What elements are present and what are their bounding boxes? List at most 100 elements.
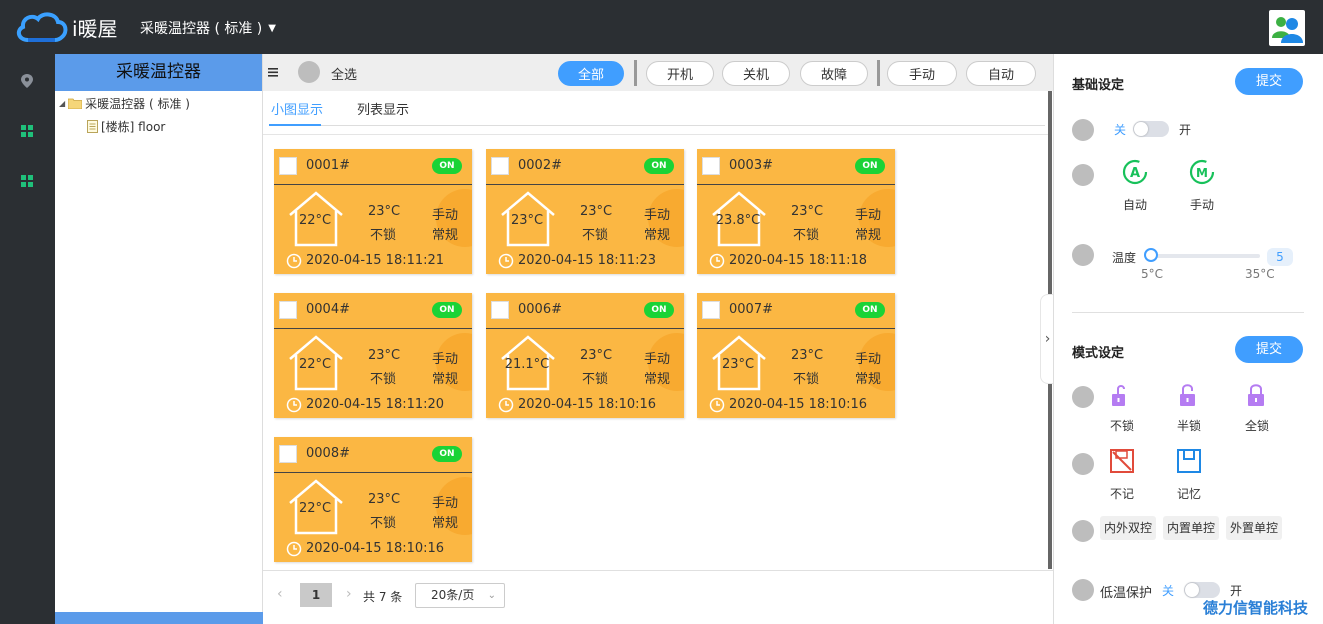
status-badge[interactable]: ON bbox=[855, 302, 885, 318]
power-radio[interactable] bbox=[1072, 119, 1094, 141]
status-badge[interactable]: ON bbox=[432, 158, 462, 174]
mode-submit-button[interactable]: 提交 bbox=[1235, 336, 1303, 363]
card-checkbox[interactable] bbox=[491, 157, 509, 175]
device-card[interactable]: 0004# ON 22°C 23°C 手动 不锁 常规 2020-04-15 18:11:20 bbox=[274, 293, 472, 418]
expand-arrow-icon[interactable]: ◢ bbox=[59, 99, 65, 108]
panel-collapse-handle[interactable]: › bbox=[1040, 294, 1054, 384]
unlock-icon[interactable] bbox=[1110, 383, 1132, 407]
card-divider bbox=[274, 328, 472, 329]
status-badge[interactable]: ON bbox=[644, 302, 674, 318]
basic-submit-button[interactable]: 提交 bbox=[1235, 68, 1303, 95]
half-lock-icon[interactable] bbox=[1177, 383, 1199, 407]
caret-down-icon: ▼ bbox=[268, 22, 276, 34]
grid-icon-2[interactable] bbox=[18, 172, 36, 190]
status-badge[interactable]: ON bbox=[432, 446, 462, 462]
cloud-logo-icon bbox=[16, 12, 68, 42]
svg-text:A: A bbox=[1130, 166, 1140, 181]
manual-mode-icon[interactable]: M bbox=[1188, 158, 1216, 186]
run-mode: 手动 bbox=[644, 352, 671, 367]
low-temp-label: 低温保护 bbox=[1100, 586, 1153, 601]
memory-radio[interactable] bbox=[1072, 453, 1094, 475]
low-temp-radio[interactable] bbox=[1072, 579, 1094, 601]
card-checkbox[interactable] bbox=[491, 301, 509, 319]
menu-icon[interactable] bbox=[268, 66, 278, 77]
device-type-dropdown[interactable]: 采暖温控器 ( 标准 ) ▼ bbox=[140, 18, 276, 38]
card-checkbox[interactable] bbox=[702, 157, 720, 175]
memory-icon[interactable] bbox=[1177, 449, 1201, 473]
update-time: 2020-04-15 18:11:23 bbox=[518, 253, 657, 268]
card-divider bbox=[486, 328, 684, 329]
control-internal-option[interactable]: 内置单控 bbox=[1163, 516, 1220, 540]
file-icon bbox=[87, 120, 98, 133]
device-card[interactable]: 0008# ON 22°C 23°C 手动 不锁 常规 2020-04-15 18:10:16 bbox=[274, 437, 472, 562]
device-card[interactable]: 0002# ON 23°C 23°C 手动 不锁 常规 2020-04-15 18:11:23 bbox=[486, 149, 684, 274]
device-id: 0001# bbox=[306, 158, 350, 173]
room-temperature: 22°C bbox=[298, 501, 332, 516]
clock-icon bbox=[498, 397, 514, 413]
lock-radio[interactable] bbox=[1072, 386, 1094, 408]
temperature-radio[interactable] bbox=[1072, 244, 1094, 266]
no-memory-icon[interactable] bbox=[1110, 449, 1134, 473]
mode-settings-title: 模式设定 bbox=[1072, 346, 1125, 361]
tree-node-floor[interactable]: [楼栋] floor bbox=[87, 118, 165, 135]
clock-icon bbox=[709, 253, 725, 269]
device-card[interactable]: 0001# ON 22°C 23°C 手动 不锁 常规 2020-04-15 18:11:21 bbox=[274, 149, 472, 274]
filter-manual-button[interactable]: 手动 bbox=[887, 61, 957, 86]
folder-icon bbox=[68, 98, 83, 109]
device-card[interactable]: 0006# ON 21.1°C 23°C 手动 不锁 常规 2020-04-15 18:10:… bbox=[486, 293, 684, 418]
prev-page-icon[interactable]: ‹ bbox=[277, 586, 283, 602]
select-all-radio[interactable] bbox=[298, 61, 320, 83]
card-checkbox[interactable] bbox=[279, 445, 297, 463]
run-mode: 手动 bbox=[855, 352, 882, 367]
update-time: 2020-04-15 18:10:16 bbox=[306, 541, 445, 556]
low-temp-switch[interactable] bbox=[1184, 582, 1220, 598]
auto-mode-icon[interactable]: A bbox=[1121, 158, 1149, 186]
filter-all-button[interactable]: 全部 bbox=[558, 61, 624, 86]
run-mode-radio[interactable] bbox=[1072, 164, 1094, 186]
filter-auto-button[interactable]: 自动 bbox=[966, 61, 1036, 86]
clock-icon bbox=[498, 253, 514, 269]
lock-full-label: 全锁 bbox=[1245, 419, 1270, 433]
page-size-select[interactable]: 20条/页 ⌄ bbox=[415, 583, 505, 608]
card-checkbox[interactable] bbox=[279, 301, 297, 319]
tree-node-root[interactable]: ◢ 采暖温控器 ( 标准 ) bbox=[59, 95, 190, 112]
card-checkbox[interactable] bbox=[702, 301, 720, 319]
run-mode: 手动 bbox=[432, 496, 459, 511]
card-checkbox[interactable] bbox=[279, 157, 297, 175]
control-dual-option[interactable]: 内外双控 bbox=[1100, 516, 1157, 540]
auto-mode-label: 自动 bbox=[1123, 198, 1148, 212]
status-badge[interactable]: ON bbox=[644, 158, 674, 174]
clock-icon bbox=[286, 397, 302, 413]
user-avatar[interactable] bbox=[1269, 10, 1305, 46]
temperature-slider-handle[interactable] bbox=[1144, 248, 1158, 262]
device-id: 0007# bbox=[729, 302, 773, 317]
location-icon[interactable] bbox=[18, 72, 36, 90]
lock-state: 不锁 bbox=[582, 228, 609, 243]
device-card[interactable]: 0003# ON 23.8°C 23°C 手动 不锁 常规 2020-04-15 18:11:… bbox=[697, 149, 895, 274]
device-card[interactable]: 0007# ON 23°C 23°C 手动 不锁 常规 2020-04-15 18:10:16 bbox=[697, 293, 895, 418]
tab-list-view[interactable]: 列表显示 bbox=[357, 99, 409, 118]
control-external-option[interactable]: 外置单控 bbox=[1226, 516, 1283, 540]
room-temperature: 22°C bbox=[298, 357, 332, 372]
filter-off-button[interactable]: 关机 bbox=[722, 61, 790, 86]
filter-fault-button[interactable]: 故障 bbox=[800, 61, 868, 86]
main-panel: 全选 全部 开机 关机 故障 手动 自动 小图显示 列表显示 0001# ON 22… bbox=[263, 54, 1053, 624]
full-lock-icon[interactable] bbox=[1245, 383, 1267, 407]
app-logo[interactable]: i暖屋 bbox=[14, 10, 118, 44]
update-time: 2020-04-15 18:11:21 bbox=[306, 253, 445, 268]
tab-small-view[interactable]: 小图显示 bbox=[271, 99, 323, 118]
next-page-icon[interactable]: › bbox=[346, 586, 352, 602]
temperature-value-box[interactable]: 5 bbox=[1267, 248, 1293, 266]
room-temperature: 23°C bbox=[510, 213, 544, 228]
grid-icon[interactable] bbox=[18, 122, 36, 140]
status-badge[interactable]: ON bbox=[432, 302, 462, 318]
set-temperature: 23°C bbox=[580, 204, 613, 219]
program-type: 常规 bbox=[855, 372, 882, 387]
status-badge[interactable]: ON bbox=[855, 158, 885, 174]
power-switch[interactable] bbox=[1133, 121, 1169, 137]
control-radio[interactable] bbox=[1072, 520, 1094, 542]
card-divider bbox=[697, 328, 895, 329]
temperature-slider[interactable] bbox=[1144, 248, 1260, 262]
page-number-1[interactable]: 1 bbox=[300, 583, 332, 607]
filter-on-button[interactable]: 开机 bbox=[646, 61, 714, 86]
